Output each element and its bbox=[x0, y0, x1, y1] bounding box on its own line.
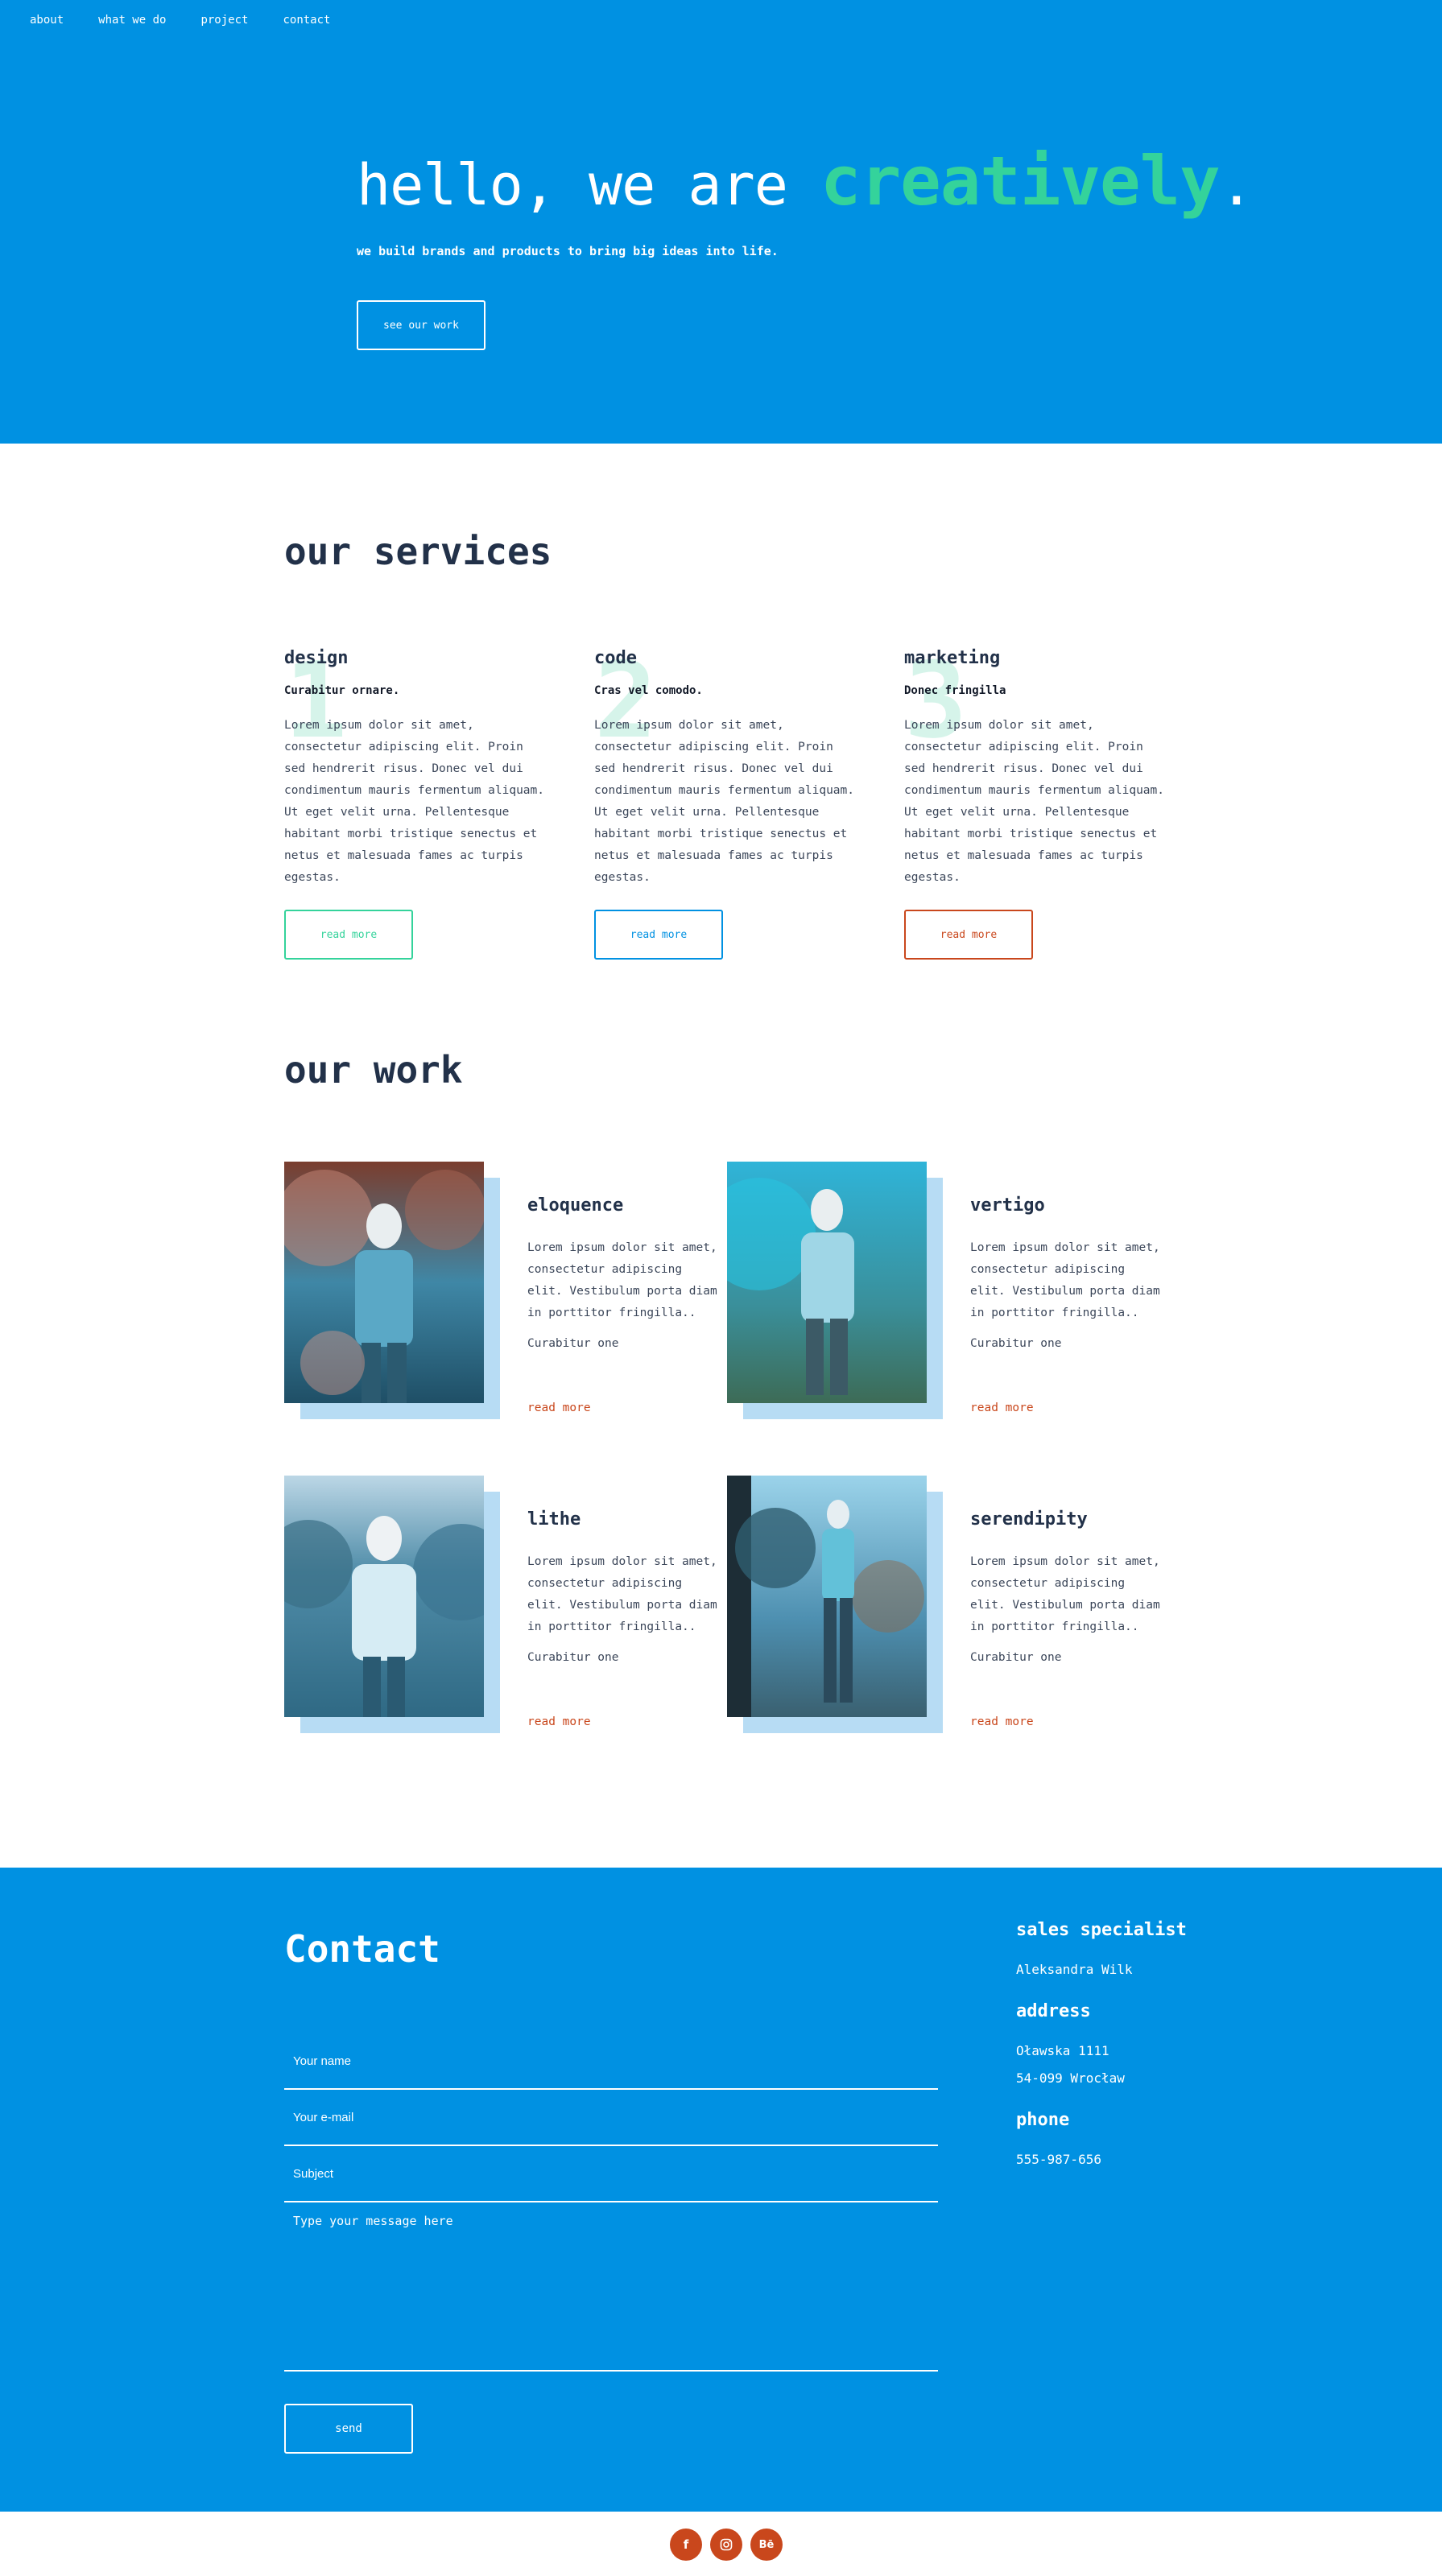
nav-project[interactable]: project bbox=[200, 14, 248, 27]
work-item-vertigo: vertigo Lorem ipsum dolor sit amet, cons… bbox=[727, 1162, 1162, 1419]
read-more-button[interactable]: read more bbox=[284, 910, 413, 960]
instagram-glyph bbox=[720, 2538, 733, 2551]
read-more-link[interactable]: read more bbox=[970, 1715, 1034, 1728]
name-field[interactable]: Your name bbox=[284, 2054, 938, 2090]
service-lead: Curabitur ornare. bbox=[284, 684, 400, 697]
read-more-link[interactable]: read more bbox=[527, 1402, 591, 1414]
read-more-button[interactable]: read more bbox=[594, 910, 723, 960]
behance-icon[interactable]: Bē bbox=[750, 2529, 783, 2561]
masked-person-image bbox=[727, 1476, 927, 1717]
masked-person-image bbox=[284, 1162, 484, 1403]
sales-name: Aleksandra Wilk bbox=[1016, 1962, 1133, 1977]
work-item-serendipity: serendipity Lorem ipsum dolor sit amet, … bbox=[727, 1476, 1162, 1733]
phone-heading: phone bbox=[1016, 2110, 1070, 2130]
service-body: Lorem ipsum dolor sit amet, consectetur … bbox=[594, 719, 855, 884]
subject-field[interactable]: Subject bbox=[284, 2167, 938, 2202]
work-meta: Curabitur one bbox=[527, 1337, 619, 1350]
sales-heading: sales specialist bbox=[1016, 1920, 1187, 1940]
service-body: Lorem ipsum dolor sit amet, consectetur … bbox=[284, 719, 545, 884]
work-heading: our work bbox=[284, 1048, 463, 1092]
work-description: Lorem ipsum dolor sit amet, consectetur … bbox=[527, 1241, 717, 1319]
service-title: marketing bbox=[904, 648, 1001, 668]
work-item-lithe: lithe Lorem ipsum dolor sit amet, consec… bbox=[284, 1476, 719, 1733]
read-more-button[interactable]: read more bbox=[904, 910, 1033, 960]
work-title: vertigo bbox=[970, 1195, 1045, 1216]
work-thumbnail[interactable] bbox=[727, 1162, 927, 1403]
contact-heading: Contact bbox=[284, 1927, 440, 1971]
work-meta: Curabitur one bbox=[527, 1651, 619, 1664]
address-line-1: Oławska 1111 bbox=[1016, 2043, 1109, 2058]
service-title: design bbox=[284, 648, 349, 668]
work-thumbnail[interactable] bbox=[727, 1476, 927, 1717]
work-description: Lorem ipsum dolor sit amet, consectetur … bbox=[970, 1555, 1160, 1633]
nav-about[interactable]: about bbox=[30, 14, 64, 27]
see-our-work-button[interactable]: see our work bbox=[357, 300, 485, 350]
hero-title-prefix: hello, we are bbox=[357, 152, 821, 218]
address-line-2: 54-099 Wrocław bbox=[1016, 2070, 1125, 2086]
services-heading: our services bbox=[284, 530, 552, 573]
service-title: code bbox=[594, 648, 637, 668]
read-more-link[interactable]: read more bbox=[527, 1715, 591, 1728]
work-thumbnail[interactable] bbox=[284, 1162, 484, 1403]
service-lead: Cras vel comodo. bbox=[594, 684, 703, 697]
work-thumbnail[interactable] bbox=[284, 1476, 484, 1717]
service-body: Lorem ipsum dolor sit amet, consectetur … bbox=[904, 719, 1165, 884]
work-meta: Curabitur one bbox=[970, 1651, 1062, 1664]
work-description: Lorem ipsum dolor sit amet, consectetur … bbox=[527, 1555, 717, 1633]
read-more-link[interactable]: read more bbox=[970, 1402, 1034, 1414]
email-field[interactable]: Your e-mail bbox=[284, 2111, 938, 2146]
contact-info: sales specialist Aleksandra Wilk address… bbox=[1016, 1920, 1187, 2174]
top-nav: about what we do project contact bbox=[30, 14, 365, 27]
work-title: eloquence bbox=[527, 1195, 624, 1216]
work-item-eloquence: eloquence Lorem ipsum dolor sit amet, co… bbox=[284, 1162, 719, 1419]
hero-subtitle: we build brands and products to bring bi… bbox=[357, 244, 779, 258]
hero-title-accent: creatively bbox=[820, 142, 1221, 221]
phone-number: 555-987-656 bbox=[1016, 2152, 1101, 2167]
service-card-marketing: 3 marketing Donec fringilla Lorem ipsum … bbox=[904, 648, 1170, 960]
work-meta: Curabitur one bbox=[970, 1337, 1062, 1350]
nav-contact[interactable]: contact bbox=[283, 14, 330, 27]
service-lead: Donec fringilla bbox=[904, 684, 1006, 697]
work-title: lithe bbox=[527, 1509, 581, 1530]
service-card-design: 1 design Curabitur ornare. Lorem ipsum d… bbox=[284, 648, 550, 960]
service-card-code: 2 code Cras vel comodo. Lorem ipsum dolo… bbox=[594, 648, 860, 960]
nav-what-we-do[interactable]: what we do bbox=[98, 14, 166, 27]
work-title: serendipity bbox=[970, 1509, 1088, 1530]
address-heading: address bbox=[1016, 2001, 1091, 2021]
hero-title: hello, we are creatively. bbox=[357, 142, 1254, 221]
masked-person-image bbox=[727, 1162, 927, 1403]
hero-section bbox=[0, 0, 1442, 444]
message-field[interactable]: Type your message here bbox=[284, 2211, 938, 2372]
hero-title-suffix: . bbox=[1219, 152, 1254, 218]
masked-person-image bbox=[284, 1476, 484, 1717]
work-description: Lorem ipsum dolor sit amet, consectetur … bbox=[970, 1241, 1160, 1319]
facebook-icon[interactable]: f bbox=[670, 2529, 702, 2561]
instagram-icon[interactable] bbox=[710, 2529, 742, 2561]
send-button[interactable]: send bbox=[284, 2404, 413, 2454]
